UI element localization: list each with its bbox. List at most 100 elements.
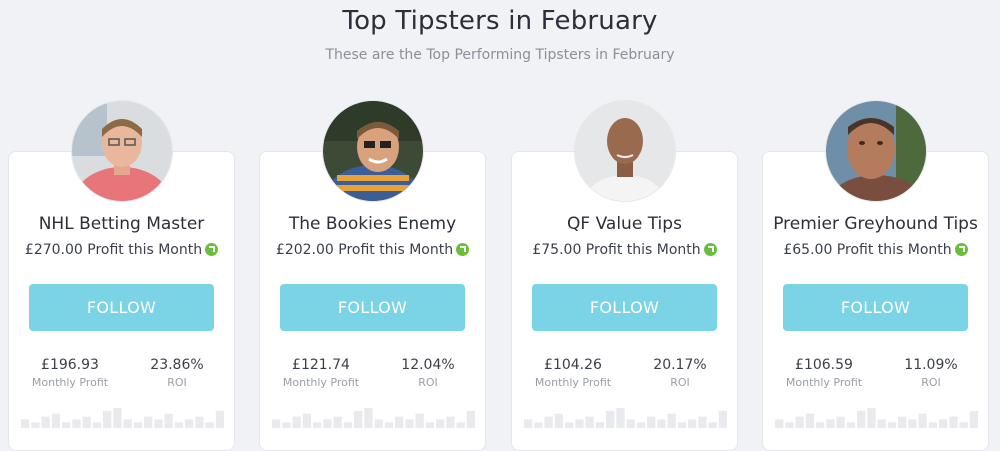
profit-sparkline <box>272 408 475 428</box>
sparkline-bar <box>185 419 194 428</box>
sparkline-bar <box>718 410 727 428</box>
roi-stat: 11.09% ROI <box>876 357 986 389</box>
monthly-profit-value: £106.59 <box>795 357 853 373</box>
sparkline-bar <box>436 419 445 428</box>
sparkline-bar <box>302 413 312 428</box>
roi-stat: 23.86% ROI <box>122 357 232 389</box>
tipster-avatar[interactable] <box>323 101 423 201</box>
tipster-avatar[interactable] <box>826 101 926 201</box>
tipster-profit: £65.00 Profit this Month <box>763 242 988 258</box>
roi-value: 23.86% <box>150 357 204 373</box>
follow-button[interactable]: FOLLOW <box>532 284 717 331</box>
tipster-avatar[interactable] <box>575 101 675 201</box>
sparkline-bar <box>826 419 835 428</box>
sparkline-bar <box>836 416 845 428</box>
sparkline-bar <box>446 416 455 428</box>
sparkline-bar <box>918 413 927 428</box>
tipster-profit: £75.00 Profit this Month <box>512 242 737 258</box>
sparkline-bar <box>31 422 40 428</box>
roi-value: 12.04% <box>401 357 455 373</box>
tipster-avatar[interactable] <box>72 101 172 201</box>
profit-text: £202.00 Profit this Month <box>275 242 454 258</box>
sparkline-bar <box>928 422 938 428</box>
sparkline-bar <box>595 422 605 428</box>
sparkline-bar <box>333 416 342 428</box>
profit-sparkline <box>524 408 727 428</box>
roi-value: 20.17% <box>653 357 707 373</box>
sparkline-bar <box>41 416 50 428</box>
sparkline-bar <box>585 416 594 428</box>
sparkline-bar <box>282 422 291 428</box>
profit-sparkline <box>21 408 224 428</box>
sparkline-bar <box>113 408 122 428</box>
trend-up-icon <box>456 243 470 256</box>
sparkline-bar <box>72 419 81 428</box>
sparkline-bar <box>524 419 533 428</box>
trend-up-icon <box>703 243 717 256</box>
sparkline-bar <box>857 410 866 428</box>
roi-label: ROI <box>670 376 690 389</box>
sparkline-bar <box>272 419 281 428</box>
follow-button[interactable]: FOLLOW <box>280 284 465 331</box>
sparkline-bar <box>405 419 414 428</box>
tipster-name[interactable]: The Bookies Enemy <box>260 214 485 234</box>
sparkline-bar <box>677 422 687 428</box>
tipster-name[interactable]: Premier Greyhound Tips <box>763 214 988 234</box>
roi-label: ROI <box>418 376 438 389</box>
sparkline-bar <box>939 419 948 428</box>
sparkline-bar <box>969 410 978 428</box>
sparkline-bar <box>425 422 435 428</box>
monthly-profit-label: Monthly Profit <box>785 376 863 389</box>
sparkline-bar <box>466 410 475 428</box>
sparkline-bar <box>846 422 856 428</box>
monthly-profit-label: Monthly Profit <box>31 376 109 389</box>
sparkline-bar <box>174 422 184 428</box>
tipster-profit: £270.00 Profit this Month <box>9 242 234 258</box>
monthly-profit-stat: £106.59 Monthly Profit <box>769 357 879 389</box>
sparkline-bar <box>323 419 332 428</box>
sparkline-bar <box>949 416 958 428</box>
sparkline-bar <box>21 419 30 428</box>
sparkline-bar <box>215 410 224 428</box>
sparkline-bar <box>292 416 301 428</box>
roi-stat: 20.17% ROI <box>625 357 735 389</box>
roi-label: ROI <box>167 376 187 389</box>
tipster-name[interactable]: NHL Betting Master <box>9 214 234 234</box>
sparkline-bar <box>364 408 373 428</box>
sparkline-bar <box>92 422 102 428</box>
page-subtitle: These are the Top Performing Tipsters in… <box>325 47 675 63</box>
sparkline-bar <box>415 413 424 428</box>
monthly-profit-label: Monthly Profit <box>282 376 360 389</box>
follow-button[interactable]: FOLLOW <box>29 284 214 331</box>
monthly-profit-value: £104.26 <box>544 357 602 373</box>
tipster-name[interactable]: QF Value Tips <box>512 214 737 234</box>
profit-text: £65.00 Profit this Month <box>783 242 952 258</box>
sparkline-bar <box>795 416 804 428</box>
sparkline-bar <box>565 422 574 428</box>
sparkline-bar <box>154 419 163 428</box>
monthly-profit-stat: £104.26 Monthly Profit <box>518 357 628 389</box>
sparkline-bar <box>384 422 394 428</box>
sparkline-bar <box>313 422 322 428</box>
sparkline-bar <box>82 416 91 428</box>
sparkline-bar <box>164 413 173 428</box>
trend-up-icon <box>954 243 968 256</box>
monthly-profit-value: £196.93 <box>41 357 99 373</box>
sparkline-bar <box>354 410 363 428</box>
sparkline-bar <box>667 413 676 428</box>
sparkline-bar <box>816 422 825 428</box>
sparkline-bar <box>103 410 112 428</box>
sparkline-bar <box>123 419 132 428</box>
sparkline-bar <box>195 416 204 428</box>
sparkline-bar <box>647 416 656 428</box>
monthly-profit-value: £121.74 <box>292 357 350 373</box>
sparkline-bar <box>698 416 707 428</box>
sparkline-bar <box>626 419 635 428</box>
profit-text: £270.00 Profit this Month <box>24 242 203 258</box>
sparkline-bar <box>62 422 71 428</box>
sparkline-bar <box>867 408 876 428</box>
follow-button[interactable]: FOLLOW <box>783 284 968 331</box>
sparkline-bar <box>144 416 153 428</box>
sparkline-bar <box>775 419 784 428</box>
sparkline-bar <box>534 422 543 428</box>
